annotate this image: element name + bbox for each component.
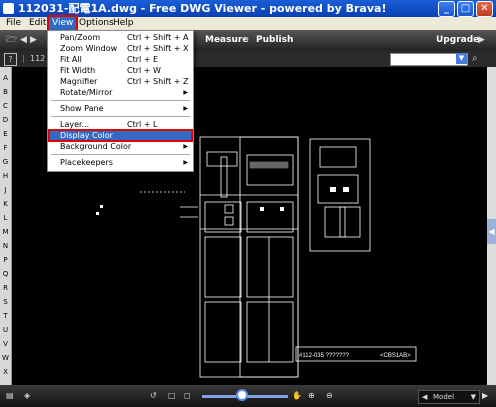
search-dropdown-icon[interactable]: ▼ bbox=[456, 53, 467, 64]
app-icon bbox=[3, 3, 14, 14]
maximize-button[interactable]: □ bbox=[457, 1, 474, 17]
menu-divider bbox=[51, 154, 190, 155]
measure-button[interactable]: Measure bbox=[205, 30, 248, 51]
menu-item-rotate-mirror[interactable]: Rotate/Mirror ▶ bbox=[49, 87, 192, 98]
next-arrow-icon[interactable]: ▶ bbox=[478, 30, 485, 51]
search-icon[interactable]: ⌕ bbox=[472, 51, 478, 67]
page-icon[interactable]: □ bbox=[168, 385, 176, 407]
upgrade-button[interactable]: Upgrade bbox=[436, 30, 479, 51]
menu-item-show-pane[interactable]: Show Pane ▶ bbox=[49, 103, 192, 114]
title-block-code: <CBS1AB> bbox=[380, 353, 411, 359]
title-block-number: #112-035 ??????? bbox=[299, 353, 350, 359]
dropdown-icon: ▼ bbox=[470, 393, 476, 401]
menu-item-zoom-window[interactable]: Zoom Window Ctrl + Shift + X bbox=[49, 43, 192, 54]
view-menu-dropdown: Pan/Zoom Ctrl + Shift + A Zoom Window Ctrl… bbox=[47, 30, 194, 172]
window-title: 112031-配電1A.dwg - Free DWG Viewer - powe… bbox=[18, 2, 387, 15]
menu-divider bbox=[51, 100, 190, 101]
help-button[interactable]: ? bbox=[4, 53, 17, 66]
menu-item-layer[interactable]: Layer... Ctrl + L bbox=[49, 119, 192, 130]
layers-icon[interactable]: ◈ bbox=[24, 385, 30, 407]
panel-toggle-icon[interactable]: ◀ bbox=[487, 219, 496, 244]
forward-icon[interactable]: ▶ bbox=[30, 30, 37, 51]
submenu-arrow-icon: ▶ bbox=[183, 105, 188, 112]
fit-icon[interactable]: ◻ bbox=[184, 385, 191, 407]
zoom-out-icon[interactable]: ⊖ bbox=[326, 385, 333, 407]
back-icon[interactable]: ◀ bbox=[20, 30, 27, 51]
menu-edit[interactable]: Edit bbox=[26, 17, 49, 30]
minimize-button[interactable]: _ bbox=[438, 1, 455, 17]
publish-button[interactable]: Publish bbox=[256, 30, 293, 51]
model-layout-select[interactable]: ◀ Model ▼ bbox=[418, 390, 480, 404]
submenu-arrow-icon: ▶ bbox=[183, 89, 188, 96]
pan-icon[interactable]: ✋ bbox=[292, 385, 302, 407]
submenu-arrow-icon: ▶ bbox=[183, 159, 188, 166]
next-layout-icon[interactable]: ▶ bbox=[482, 385, 488, 407]
menu-item-placekeepers[interactable]: Placekeepers ▶ bbox=[49, 157, 192, 168]
rotate-icon[interactable]: ↺ bbox=[150, 385, 157, 407]
menu-item-fit-width[interactable]: Fit Width Ctrl + W bbox=[49, 65, 192, 76]
close-button[interactable]: ✕ bbox=[476, 1, 493, 17]
prev-layout-icon: ◀ bbox=[422, 393, 428, 401]
bottom-toolbar: ▤ ◈ ↺ □ ◻ ✋ ⊕ ⊖ ◀ Model ▼ ▶ bbox=[0, 385, 496, 407]
title-bar: 112031-配電1A.dwg - Free DWG Viewer - powe… bbox=[0, 0, 496, 17]
panel-icon[interactable]: ▤ bbox=[6, 385, 14, 407]
menu-help[interactable]: Help bbox=[110, 17, 137, 30]
menu-bar: File Edit View Options Help bbox=[0, 15, 496, 32]
menu-view[interactable]: View bbox=[46, 15, 79, 32]
zoom-slider-thumb[interactable] bbox=[236, 389, 248, 401]
menu-item-magnifier[interactable]: Magnifier Ctrl + Shift + Z bbox=[49, 76, 192, 87]
cabinet-outline bbox=[199, 136, 299, 378]
open-folder-icon[interactable]: 🗁 bbox=[6, 30, 17, 51]
submenu-arrow-icon: ▶ bbox=[183, 143, 188, 150]
menu-divider bbox=[51, 116, 190, 117]
menu-item-background-color[interactable]: Background Color ▶ bbox=[49, 141, 192, 152]
menu-item-fit-all[interactable]: Fit All Ctrl + E bbox=[49, 54, 192, 65]
menu-item-pan-zoom[interactable]: Pan/Zoom Ctrl + Shift + A bbox=[49, 32, 192, 43]
model-select-value: Model bbox=[433, 393, 455, 401]
tab-label: 112 bbox=[30, 54, 46, 63]
vertical-scrollbar[interactable]: ◀ bbox=[487, 67, 496, 385]
menu-item-display-color[interactable]: Display Color bbox=[48, 129, 193, 142]
menu-file[interactable]: File bbox=[3, 17, 24, 30]
zoom-in-icon[interactable]: ⊕ bbox=[308, 385, 315, 407]
